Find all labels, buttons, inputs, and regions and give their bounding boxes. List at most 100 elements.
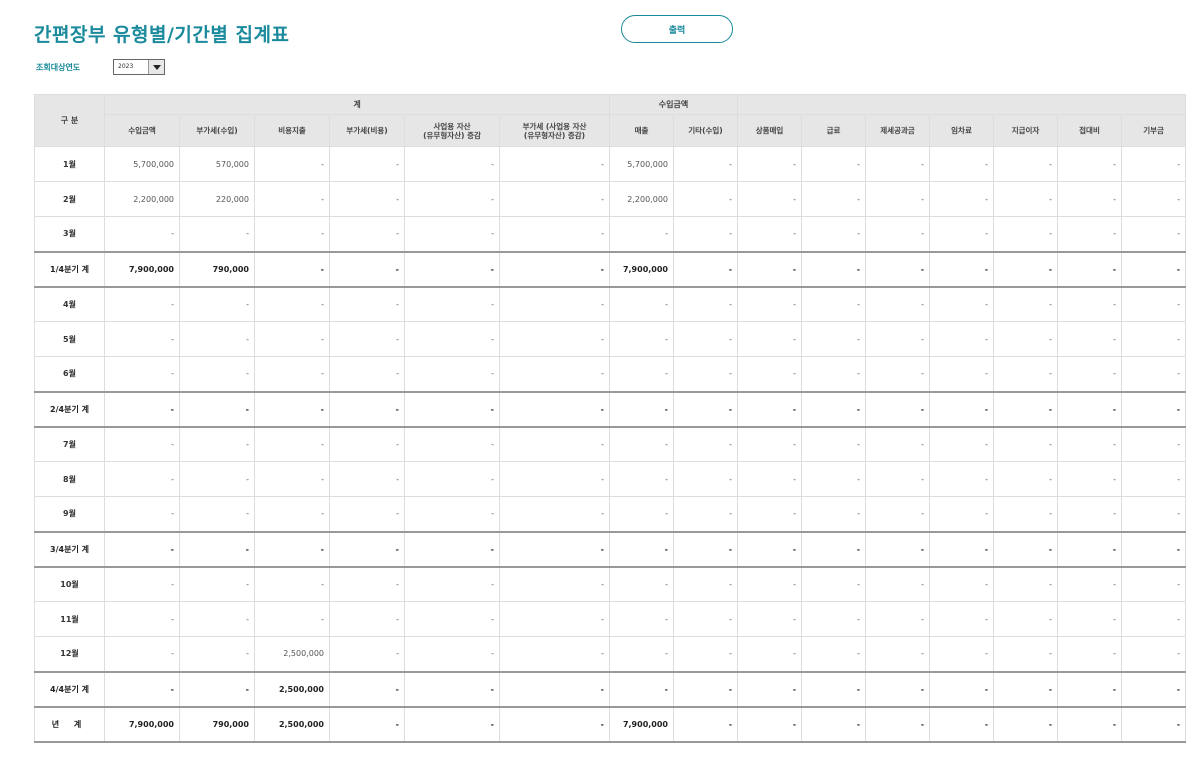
column-header: 접대비 bbox=[1057, 114, 1123, 147]
table-cell: - bbox=[865, 286, 931, 322]
table-cell: - bbox=[609, 530, 674, 568]
table-cell: - bbox=[801, 601, 867, 637]
table-row: 4월 - - - - - - - - - - - - - - - bbox=[34, 286, 1187, 322]
row-label: 4/4분기 계 bbox=[34, 670, 105, 708]
row-label: 9월 bbox=[34, 496, 105, 532]
chevron-down-icon[interactable] bbox=[148, 60, 164, 74]
table-cell: - bbox=[801, 181, 867, 217]
table-cell: - bbox=[801, 216, 867, 252]
table-cell: - bbox=[1121, 670, 1187, 708]
table-cell: - bbox=[609, 566, 674, 602]
table-cell: - bbox=[179, 636, 255, 672]
table-cell: - bbox=[254, 530, 330, 568]
row-label: 8월 bbox=[34, 461, 105, 497]
table-cell: - bbox=[1121, 496, 1187, 532]
table-cell: - bbox=[404, 390, 500, 428]
table-cell: - bbox=[609, 670, 674, 708]
table-cell: - bbox=[672, 356, 739, 392]
table-cell: - bbox=[801, 426, 867, 462]
table-cell: - bbox=[993, 390, 1059, 428]
table-cell: - bbox=[801, 321, 867, 357]
table-cell: - bbox=[929, 216, 995, 252]
table-cell: - bbox=[404, 496, 500, 532]
table-cell: - bbox=[499, 321, 610, 357]
table-cell: - bbox=[1121, 146, 1187, 182]
table-cell: - bbox=[499, 426, 610, 462]
table-cell: - bbox=[1057, 321, 1123, 357]
year-select[interactable]: 2023 bbox=[113, 59, 165, 75]
table-cell: - bbox=[801, 390, 867, 428]
table-cell: - bbox=[993, 566, 1059, 602]
table-cell: - bbox=[254, 601, 330, 637]
table-cell: - bbox=[865, 601, 931, 637]
table-cell: - bbox=[329, 216, 405, 252]
table-row: 5월 - - - - - - - - - - - - - - - bbox=[34, 321, 1187, 357]
table-cell: - bbox=[672, 601, 739, 637]
table-cell: - bbox=[1057, 496, 1123, 532]
row-label: 5월 bbox=[34, 321, 105, 357]
table-cell: - bbox=[672, 181, 739, 217]
table-cell: - bbox=[179, 390, 255, 428]
row-label: 년 계 bbox=[34, 705, 105, 743]
row-label: 6월 bbox=[34, 356, 105, 392]
table-row: 2월 2,200,000 220,000- - - -2,200,000- - - - - - - - bbox=[34, 181, 1187, 217]
row-label: 3/4분기 계 bbox=[34, 530, 105, 568]
table-cell: - bbox=[993, 670, 1059, 708]
table-cell: - bbox=[672, 705, 739, 743]
table-cell: - bbox=[104, 321, 180, 357]
table-cell: - bbox=[1121, 181, 1187, 217]
table-cell: - bbox=[499, 390, 610, 428]
table-cell: - bbox=[329, 566, 405, 602]
table-cell: - bbox=[801, 286, 867, 322]
table-cell: 2,500,000 bbox=[254, 705, 330, 743]
row-label: 2월 bbox=[34, 181, 105, 217]
table-cell: - bbox=[254, 461, 330, 497]
table-cell: - bbox=[1057, 216, 1123, 252]
table-row: 12월 - -2,500,000- - - - - - - - - - - - bbox=[34, 636, 1187, 672]
table-cell: - bbox=[737, 530, 803, 568]
table-cell: - bbox=[929, 636, 995, 672]
table-cell: 7,900,000 bbox=[104, 705, 180, 743]
table-cell: - bbox=[929, 530, 995, 568]
column-header: 지급이자 bbox=[993, 114, 1059, 147]
table-cell: - bbox=[329, 356, 405, 392]
table-cell: - bbox=[737, 705, 803, 743]
table-row: 3/4분기 계--------------- bbox=[34, 530, 1187, 568]
table-cell: 5,700,000 bbox=[104, 146, 180, 182]
table-cell: - bbox=[499, 496, 610, 532]
table-cell: - bbox=[404, 321, 500, 357]
table-cell: - bbox=[993, 216, 1059, 252]
table-cell: - bbox=[179, 530, 255, 568]
table-cell: - bbox=[1057, 426, 1123, 462]
row-label: 7월 bbox=[34, 426, 105, 462]
table-cell: - bbox=[672, 216, 739, 252]
table-cell: - bbox=[737, 356, 803, 392]
table-cell: - bbox=[254, 146, 330, 182]
table-cell: - bbox=[1057, 286, 1123, 322]
table-cell: - bbox=[993, 705, 1059, 743]
table-cell: - bbox=[672, 566, 739, 602]
table-cell: - bbox=[254, 216, 330, 252]
table-cell: - bbox=[865, 670, 931, 708]
table-cell: - bbox=[1057, 356, 1123, 392]
table-cell: - bbox=[1121, 390, 1187, 428]
table-cell: - bbox=[499, 250, 610, 288]
print-button[interactable]: 출력 bbox=[621, 15, 733, 43]
table-cell: - bbox=[865, 356, 931, 392]
table-cell: - bbox=[329, 705, 405, 743]
table-cell: - bbox=[179, 601, 255, 637]
table-cell: - bbox=[329, 321, 405, 357]
table-cell: - bbox=[865, 216, 931, 252]
table-cell: - bbox=[329, 250, 405, 288]
table-cell: 7,900,000 bbox=[609, 250, 674, 288]
table-cell: - bbox=[609, 390, 674, 428]
table-cell: - bbox=[1121, 601, 1187, 637]
column-header: 상품매입 bbox=[737, 114, 803, 147]
table-cell: - bbox=[329, 390, 405, 428]
table-cell: - bbox=[609, 601, 674, 637]
table-cell: - bbox=[672, 321, 739, 357]
table-cell: - bbox=[737, 250, 803, 288]
row-label: 1월 bbox=[34, 146, 105, 182]
table-cell: - bbox=[254, 286, 330, 322]
column-header: 기부금 bbox=[1121, 114, 1187, 147]
